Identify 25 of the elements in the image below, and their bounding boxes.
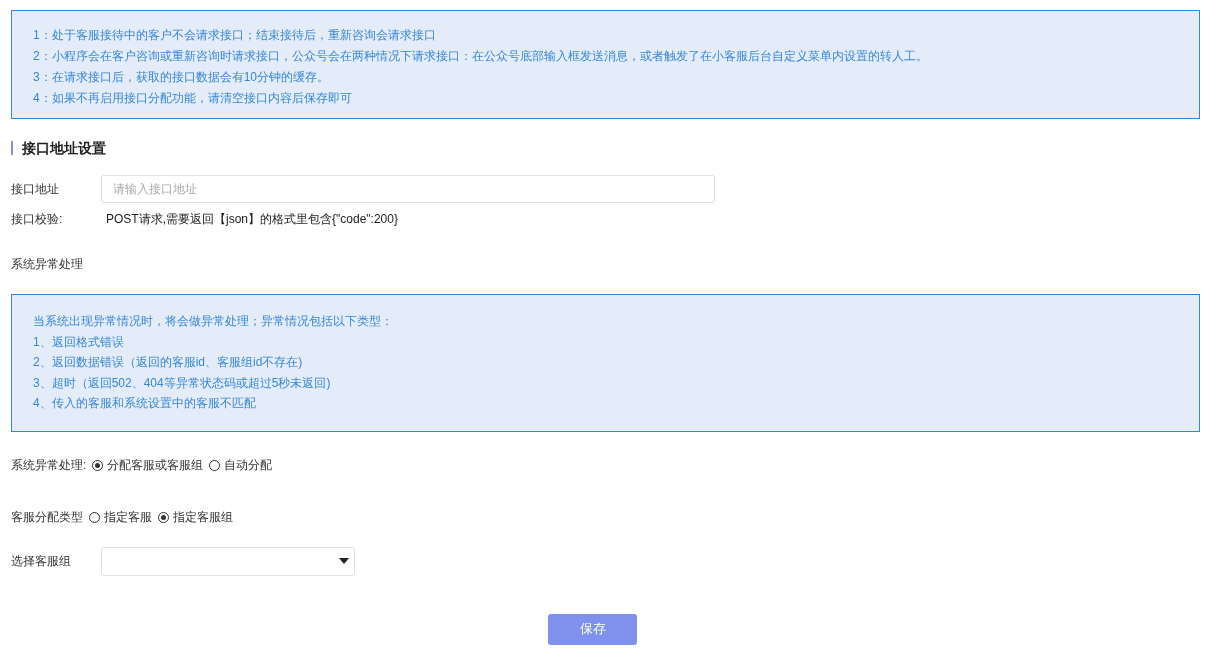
field-label: 系统异常处理:: [11, 456, 87, 474]
field-label: 客服分配类型: [11, 508, 83, 526]
notice-text: 1、返回格式错误: [33, 333, 125, 351]
radio-label: 自动分配: [224, 456, 273, 474]
field-label: 接口地址: [11, 180, 60, 198]
notice-text: 3：在请求接口后，获取的接口数据会有10分钟的缓存。: [33, 69, 331, 86]
notice-text: 1：处于客服接待中的客户不会请求接口；结束接待后，重新咨询会请求接口: [33, 27, 437, 44]
field-label: 选择客服组: [11, 552, 72, 570]
notice-text: 2：小程序会在客户咨询或重新咨询时请求接口，公众号会在两种情况下请求接口：在公众号底部输入框发送消息，或者触发了在小客服后台自定义菜单内设置的转人工。: [33, 48, 929, 65]
radio-option[interactable]: 自动分配: [209, 456, 273, 474]
radio-label: 指定客服: [104, 508, 152, 526]
radio-label: 指定客服组: [173, 508, 233, 526]
radio-option[interactable]: 指定客服组: [158, 508, 233, 526]
notice-text: 4：如果不再启用接口分配功能，请清空接口内容后保存即可: [33, 90, 353, 107]
address-input-field[interactable]: 请输入接口地址: [101, 175, 715, 203]
field-label: 接口校验:: [11, 211, 64, 228]
notice-text: 当系统出现异常情况时，将会做异常处理；异常情况包括以下类型：: [33, 313, 394, 330]
section-label: 系统异常处理: [11, 256, 84, 273]
notice-text: 3、超时（返回502、404等异常状态码或超过5秒未返回): [33, 374, 332, 392]
caret-icon: [339, 558, 349, 564]
notice-text: 4、传入的客服和系统设置中的客服不匹配: [33, 395, 257, 412]
radio-option[interactable]: 指定客服: [89, 508, 152, 526]
notice-text: 2、返回数据错误（返回的客服id、客服组id不存在): [33, 354, 304, 371]
verify-text: POST请求,需要返回【json】的格式里包含{"code":200}: [105, 211, 398, 228]
section-title: 接口地址设置: [11, 141, 1200, 155]
